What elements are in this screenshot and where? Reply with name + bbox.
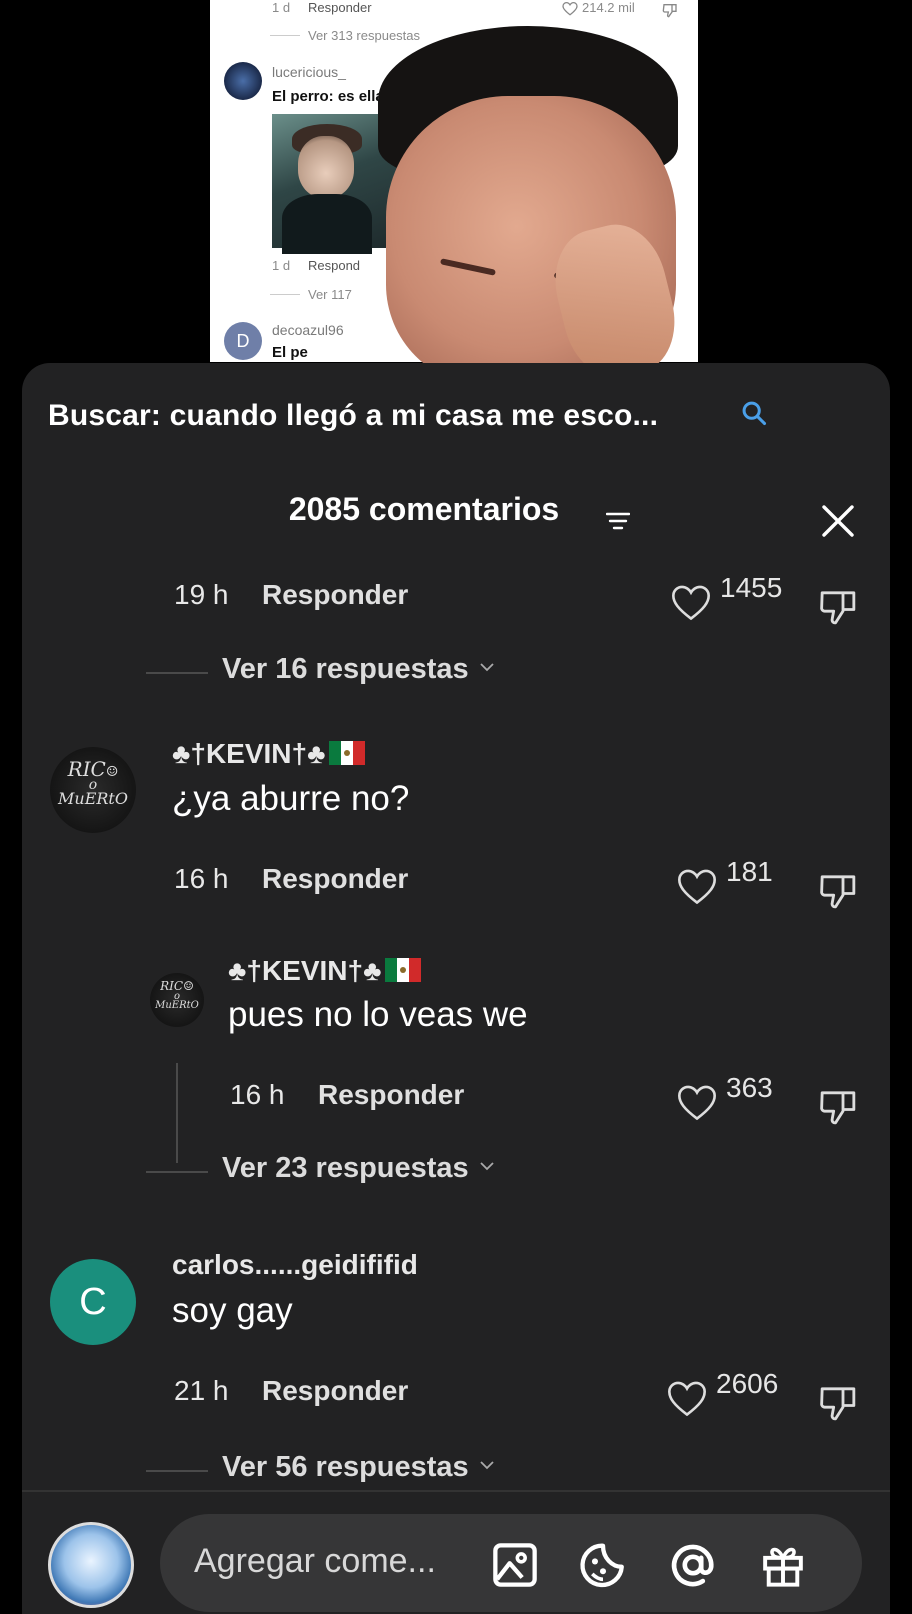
heart-icon[interactable] xyxy=(677,1085,717,1121)
reply-button[interactable]: Responder xyxy=(262,1375,408,1407)
sm-heart-icon xyxy=(562,2,578,16)
mexico-flag-icon xyxy=(329,740,366,765)
comment-input-bar: Agregar come... xyxy=(22,1490,890,1614)
dislike-icon[interactable] xyxy=(818,1383,858,1423)
sm-avatar-d: D xyxy=(224,322,262,360)
like-count: 181 xyxy=(726,856,773,887)
person-overlay xyxy=(348,26,698,388)
comment-input[interactable]: Agregar come... xyxy=(160,1514,862,1612)
heart-icon[interactable] xyxy=(677,869,717,905)
comment-count: 2085 comentarios xyxy=(288,491,560,527)
avatar[interactable]: C xyxy=(50,1259,136,1345)
sm-comment-text-2: El pe xyxy=(272,344,308,361)
reply-username[interactable]: ♣†KEVIN†♣ xyxy=(228,955,422,987)
reply-text: pues no lo veas we xyxy=(228,995,528,1034)
sm-time: 1 d xyxy=(272,0,291,15)
mexico-flag-icon xyxy=(385,957,422,982)
sm-dislike-icon xyxy=(662,4,677,18)
close-icon[interactable] xyxy=(818,501,858,541)
sm-username-2: decoazul96 xyxy=(272,322,344,338)
comment-time: 16 h xyxy=(174,863,229,894)
reply-button[interactable]: Responder xyxy=(318,1079,464,1111)
dislike-icon[interactable] xyxy=(818,587,858,627)
heart-icon[interactable] xyxy=(667,1381,707,1417)
like-count: 363 xyxy=(726,1072,773,1103)
username[interactable]: carlos......geidififid xyxy=(172,1249,418,1281)
mention-icon[interactable] xyxy=(668,1540,718,1590)
like-count: 2606 xyxy=(716,1368,779,1399)
username[interactable]: ♣†KEVIN†♣ xyxy=(172,738,366,770)
view-replies-button[interactable]: Ver 56 respuestas xyxy=(222,1451,495,1484)
chevron-down-icon xyxy=(480,1162,494,1171)
view-replies-button[interactable]: Ver 16 respuestas xyxy=(222,653,495,686)
comments-panel: Buscar: cuando llegó a mi casa me esco..… xyxy=(22,363,890,1612)
emoji-icon[interactable] xyxy=(578,1540,628,1590)
view-replies-button[interactable]: Ver 23 respuestas xyxy=(222,1152,495,1185)
comment-input-placeholder: Agregar come... xyxy=(194,1542,436,1580)
reply-avatar[interactable]: RIC☺ o MuERtO xyxy=(150,973,204,1027)
sm-avatar xyxy=(224,62,262,100)
my-avatar[interactable] xyxy=(48,1522,134,1608)
chevron-down-icon xyxy=(480,1461,494,1470)
sm-likes: 214.2 mil xyxy=(582,0,635,15)
like-count: 1455 xyxy=(720,572,783,603)
comment-text: soy gay xyxy=(172,1291,293,1330)
chevron-down-icon xyxy=(480,663,494,672)
video-player[interactable]: 1 d Responder 214.2 mil Ver 313 respuest… xyxy=(0,0,912,388)
sm-view-replies-2: Ver 117 xyxy=(308,287,352,302)
filter-sort-icon[interactable] xyxy=(606,511,630,531)
sm-reply: Responder xyxy=(308,0,372,15)
reply-button[interactable]: Responder xyxy=(262,863,408,895)
search-suggestion[interactable]: Buscar: cuando llegó a mi casa me esco..… xyxy=(48,399,658,433)
image-icon[interactable] xyxy=(490,1540,540,1590)
reply-button[interactable]: Responder xyxy=(262,579,408,611)
avatar[interactable]: RIC☺ o MuERtO xyxy=(50,747,136,833)
comment-text: ¿ya aburre no? xyxy=(172,779,410,818)
comment-time: 21 h xyxy=(174,1375,229,1406)
sm-username: lucericious_ xyxy=(272,64,346,80)
comment-time: 19 h xyxy=(174,579,229,610)
dislike-icon[interactable] xyxy=(818,1087,858,1127)
heart-icon[interactable] xyxy=(671,585,711,621)
sm-time-2: 1 d xyxy=(272,258,291,273)
reply-time: 16 h xyxy=(230,1079,285,1110)
search-icon[interactable] xyxy=(740,399,768,427)
gift-icon[interactable] xyxy=(758,1540,808,1590)
dislike-icon[interactable] xyxy=(818,871,858,911)
